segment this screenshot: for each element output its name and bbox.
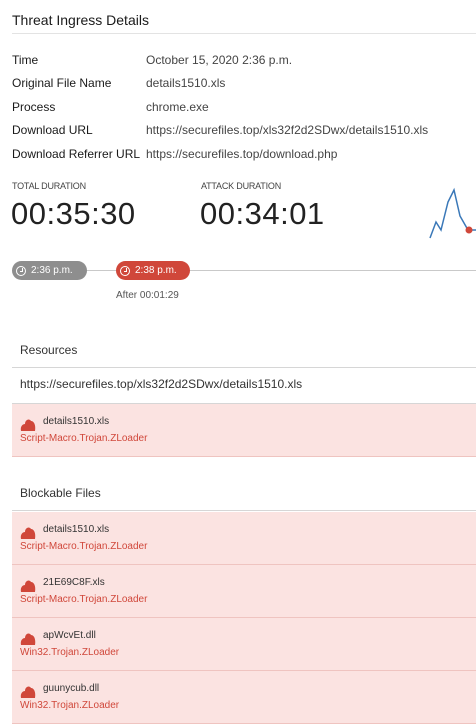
list-item[interactable]: guunycub.dll Win32.Trojan.ZLoader xyxy=(12,671,476,724)
detail-label: Time xyxy=(12,52,39,67)
list-item[interactable]: apWcvEt.dll Win32.Trojan.ZLoader xyxy=(12,618,476,671)
detail-label: Download Referrer URL xyxy=(12,146,141,161)
detail-label: Original File Name xyxy=(12,76,112,91)
clock-icon xyxy=(16,265,26,276)
threat-blob-icon xyxy=(20,686,36,698)
detail-label: Download URL xyxy=(12,123,93,138)
download-url-value[interactable]: https://securefiles.top/xls32f2d2SDwx/de… xyxy=(146,123,428,137)
threat-blob-icon xyxy=(20,527,36,539)
file-name: details1510.xls xyxy=(43,524,110,535)
threat-name: Script-Macro.Trojan.ZLoader xyxy=(20,541,148,552)
threat-name: Win32.Trojan.ZLoader xyxy=(20,647,120,658)
list-item[interactable]: details1510.xls Script-Macro.Trojan.ZLoa… xyxy=(12,512,476,565)
threat-name: Win32.Trojan.ZLoader xyxy=(20,700,120,711)
threat-blob-icon xyxy=(20,419,36,431)
timeline-after-label: After 00:01:29 xyxy=(116,290,179,301)
resources-divider xyxy=(12,367,476,368)
details-table: Time October 15, 2020 2:36 p.m. Original… xyxy=(12,48,476,166)
resources-list: details1510.xls Script-Macro.Trojan.ZLoa… xyxy=(12,404,476,457)
detail-row-filename: Original File Name details1510.xls xyxy=(12,72,476,96)
file-name: guunycub.dll xyxy=(43,683,100,694)
threat-blob-icon xyxy=(20,580,36,592)
list-item[interactable]: 21E69C8F.xls Script-Macro.Trojan.ZLoader xyxy=(12,565,476,618)
threat-name: Script-Macro.Trojan.ZLoader xyxy=(20,594,148,605)
detail-label: Process xyxy=(12,99,56,114)
attack-duration-value: 00:34:01 xyxy=(200,196,325,231)
referrer-url-value[interactable]: https://securefiles.top/download.php xyxy=(146,147,337,161)
panel-title: Threat Ingress Details xyxy=(12,12,149,28)
file-name: 21E69C8F.xls xyxy=(43,577,105,588)
resources-heading: Resources xyxy=(20,343,78,357)
detail-row-referrer-url: Download Referrer URL https://securefile… xyxy=(12,142,476,166)
file-name: details1510.xls xyxy=(43,416,110,427)
blockable-divider xyxy=(12,510,476,511)
timeline-start-time: 2:36 p.m. xyxy=(31,265,73,276)
blockable-files-heading: Blockable Files xyxy=(20,486,101,500)
timeline-event-marker[interactable]: 2:38 p.m. xyxy=(116,261,190,280)
detail-value: chrome.exe xyxy=(146,99,209,114)
list-item[interactable]: details1510.xls Script-Macro.Trojan.ZLoa… xyxy=(12,404,476,457)
total-duration-label: TOTAL DURATION xyxy=(12,181,86,191)
timeline-start-marker[interactable]: 2:36 p.m. xyxy=(12,261,87,280)
blockable-files-list: details1510.xls Script-Macro.Trojan.ZLoa… xyxy=(12,512,476,724)
clock-icon xyxy=(120,265,130,276)
detail-row-process: Process chrome.exe xyxy=(12,95,476,119)
resource-url[interactable]: https://securefiles.top/xls32f2d2SDwx/de… xyxy=(20,377,302,391)
threat-blob-icon xyxy=(20,633,36,645)
detail-row-download-url: Download URL https://securefiles.top/xls… xyxy=(12,119,476,143)
timeline-event-time: 2:38 p.m. xyxy=(135,265,177,276)
threat-name: Script-Macro.Trojan.ZLoader xyxy=(20,433,148,444)
title-divider xyxy=(12,33,476,34)
activity-sparkline-icon xyxy=(429,187,476,239)
detail-value: October 15, 2020 2:36 p.m. xyxy=(146,52,293,67)
total-duration-value: 00:35:30 xyxy=(11,196,136,231)
detail-value: details1510.xls xyxy=(146,76,226,91)
detail-row-time: Time October 15, 2020 2:36 p.m. xyxy=(12,48,476,72)
attack-duration-label: ATTACK DURATION xyxy=(201,181,281,191)
file-name: apWcvEt.dll xyxy=(43,630,96,641)
